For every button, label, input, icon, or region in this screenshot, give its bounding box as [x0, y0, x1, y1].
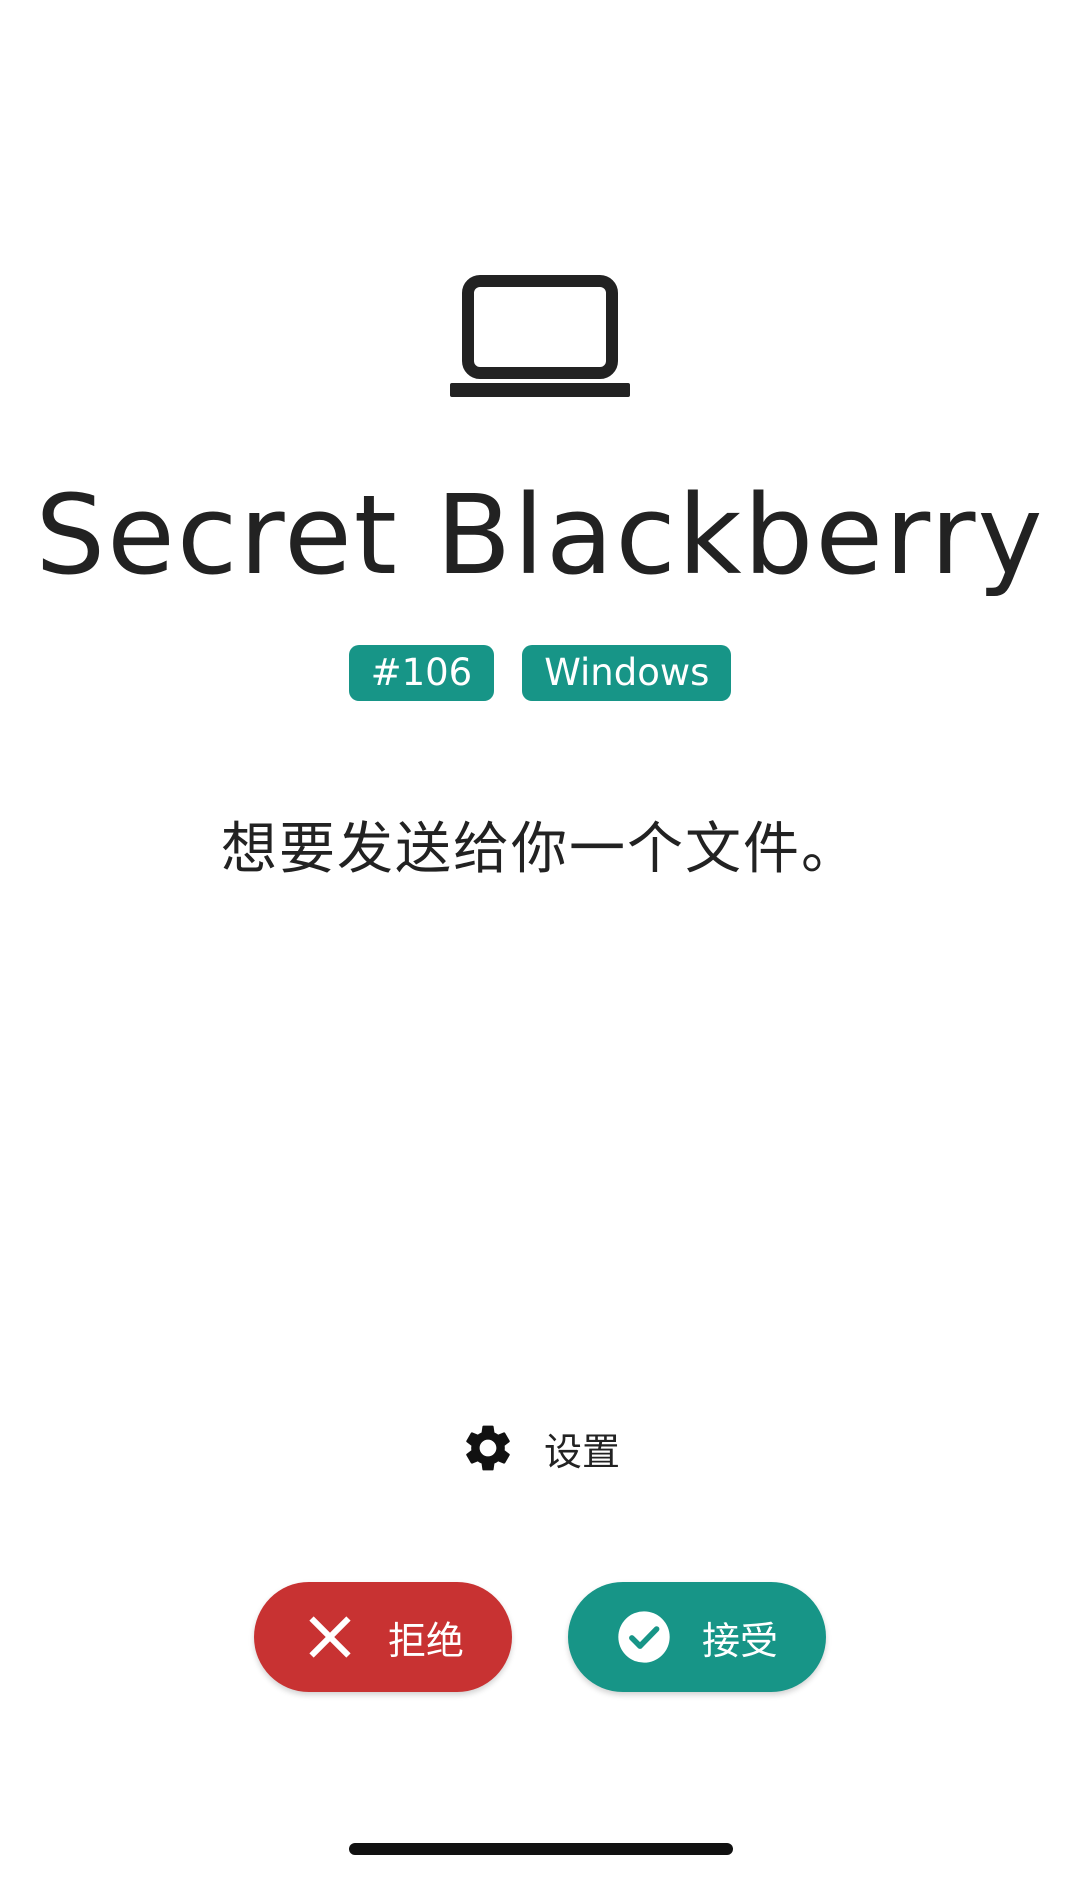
action-buttons: 拒绝 接受 [0, 1582, 1080, 1692]
close-icon [309, 1616, 351, 1658]
settings-label: 设置 [543, 1429, 620, 1474]
device-tags: #106 Windows [0, 645, 1080, 701]
accept-button[interactable]: 接受 [568, 1582, 826, 1692]
accept-label: 接受 [701, 1618, 778, 1663]
check-circle-icon [618, 1611, 670, 1663]
reject-button[interactable]: 拒绝 [254, 1582, 512, 1692]
settings-button[interactable]: 设置 [0, 1418, 1080, 1478]
device-name: Secret Blackberry [35, 471, 1045, 599]
home-indicator[interactable] [349, 1843, 733, 1855]
gear-icon [466, 1425, 510, 1471]
device-id-badge: #106 [348, 645, 495, 701]
device-os-badge: Windows [522, 645, 732, 701]
laptop-icon [450, 275, 630, 397]
transfer-message: 想要发送给你一个文件。 [221, 817, 859, 882]
reject-label: 拒绝 [387, 1618, 464, 1663]
